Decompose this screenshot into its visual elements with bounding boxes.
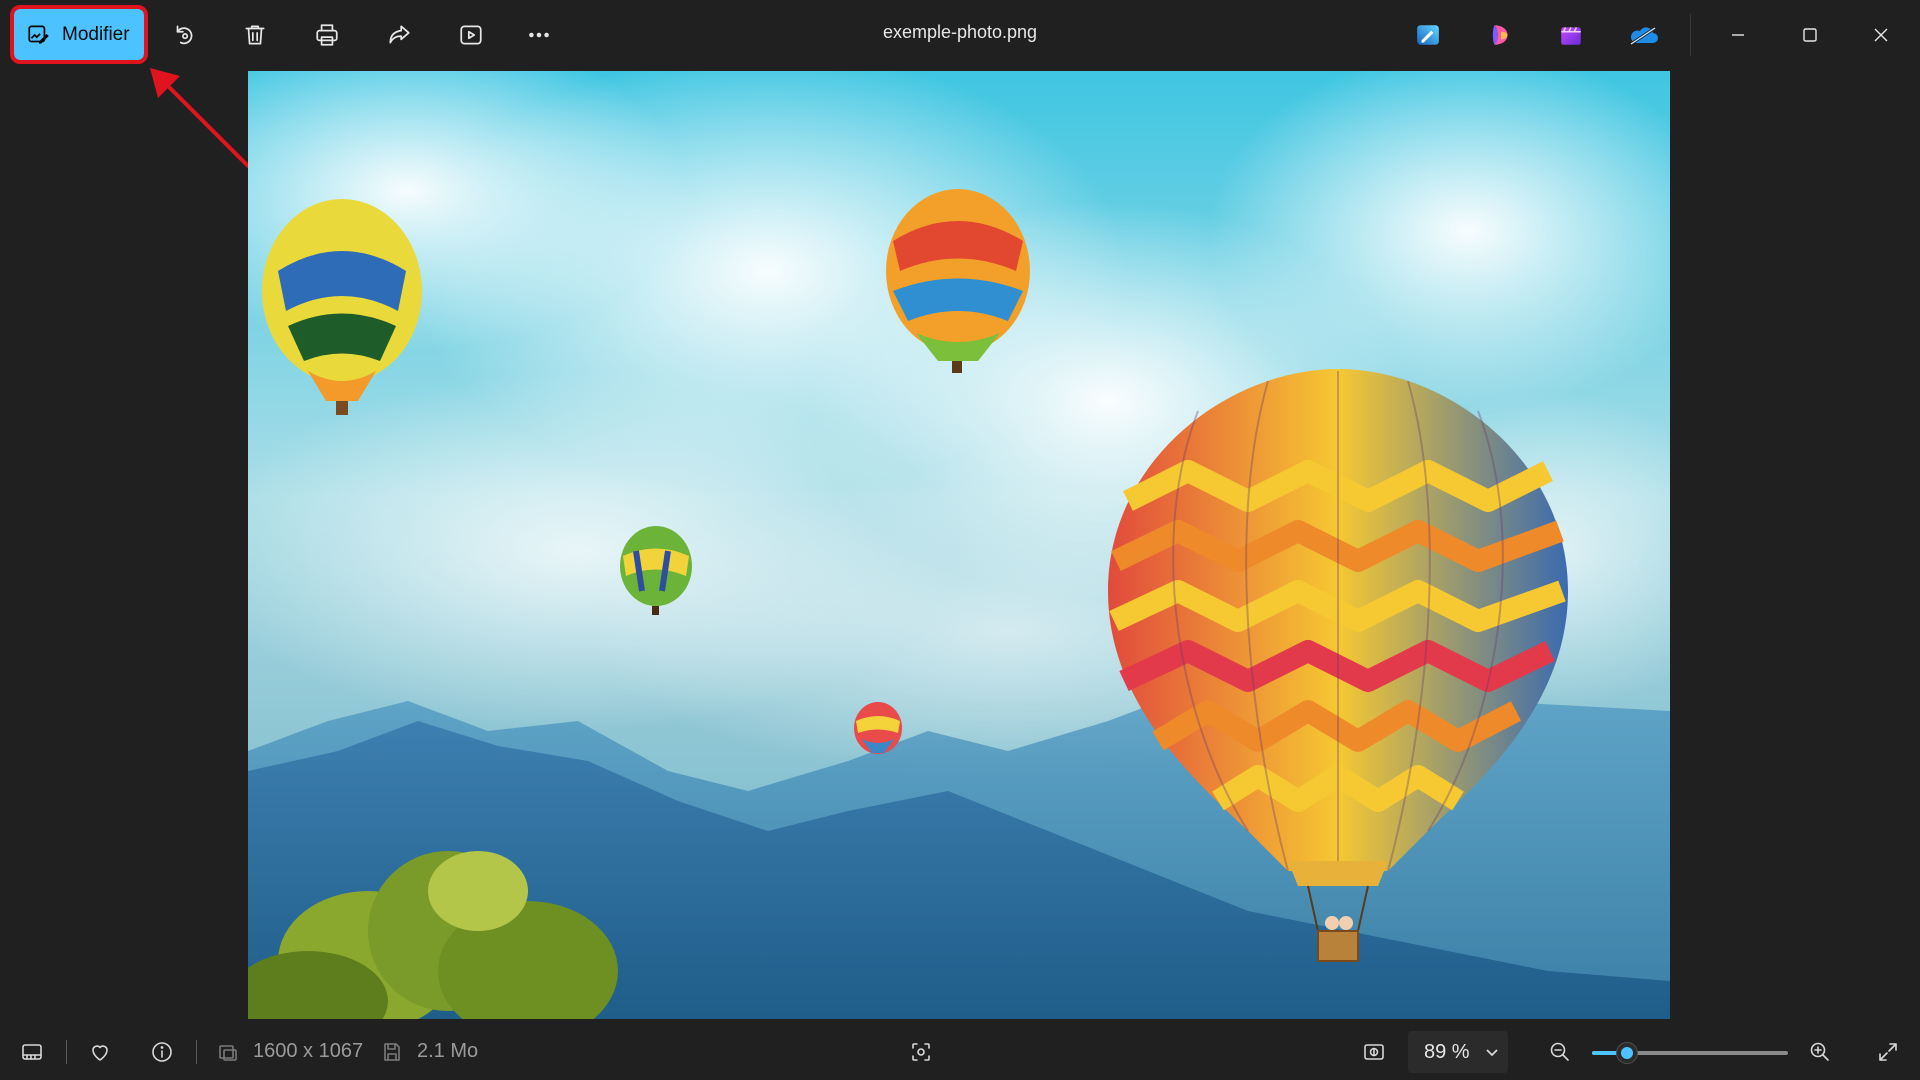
onedrive-button[interactable] [1626,18,1660,52]
visual-search-icon [912,1043,930,1061]
delete-icon [245,25,265,45]
close-icon [1874,28,1888,42]
zoom-out-button[interactable] [1544,1036,1576,1068]
status-bar: 1600 x 1067 2.1 Mo 89 % [0,1022,1920,1080]
file-size-icon-wrap [376,1036,408,1068]
info-icon [152,1042,172,1062]
designer-button[interactable] [1411,18,1445,52]
minimize-button[interactable] [1716,14,1760,56]
edit-button-label: Modifier [62,23,130,45]
photo-canvas[interactable] [248,71,1670,1019]
rotate-icon [176,25,193,45]
save-icon [384,1043,400,1061]
toolbar-divider [1690,14,1691,56]
dimensions-icon [219,1045,237,1061]
toolbar: Modifier exemple-photo.png [0,0,1920,70]
actual-size-icon [1364,1044,1384,1060]
onedrive-icon [1630,26,1658,46]
file-size: 2.1 Mo [417,1040,479,1062]
edit-button[interactable]: Modifier [10,5,148,64]
filmstrip-button[interactable] [16,1036,48,1068]
actual-size-button[interactable] [1358,1036,1390,1068]
dimensions-icon-wrap [212,1036,244,1068]
zoom-value: 89 % [1424,1040,1470,1063]
fullscreen-icon [1879,1043,1897,1061]
copilot-button[interactable] [1484,18,1518,52]
zoom-in-icon [1810,1042,1829,1061]
file-info-button[interactable] [146,1036,178,1068]
share-button[interactable] [380,16,418,54]
designer-icon [1417,25,1439,45]
heart-icon [92,1045,108,1061]
zoom-out-icon [1550,1042,1569,1061]
clipchamp-button[interactable] [1554,18,1588,52]
annotation-arrow [150,68,250,168]
zoom-in-button[interactable] [1804,1036,1836,1068]
zoom-slider-thumb[interactable] [1616,1042,1639,1064]
maximize-icon [1803,28,1817,42]
image-dimensions: 1600 x 1067 [253,1040,364,1062]
visual-search-button[interactable] [905,1036,937,1068]
status-divider [66,1040,67,1064]
zoom-slider[interactable] [1592,1042,1788,1064]
favorite-button[interactable] [84,1036,116,1068]
delete-button[interactable] [236,16,274,54]
clipchamp-icon [1561,27,1581,45]
more-options-button[interactable] [520,16,558,54]
minimize-icon [1732,34,1744,36]
zoom-dropdown[interactable]: 89 % [1408,1031,1508,1073]
print-button[interactable] [308,16,346,54]
status-divider [196,1040,197,1064]
photo-image [248,71,1670,1019]
balloon-tiny [854,702,902,754]
print-icon [316,24,338,46]
rotate-button[interactable] [165,16,203,54]
chevron-down-icon [1485,1049,1498,1057]
slideshow-icon [460,25,482,45]
photo-edit-icon [28,24,49,44]
copilot-icon [1492,25,1508,45]
more-options-icon [529,32,549,38]
fullscreen-button[interactable] [1872,1036,1904,1068]
maximize-button[interactable] [1788,14,1832,56]
window-title: exemple-photo.png [882,22,1038,42]
close-button[interactable] [1859,14,1903,56]
share-icon [389,25,410,44]
slideshow-button[interactable] [452,16,490,54]
filmstrip-icon [22,1044,42,1060]
